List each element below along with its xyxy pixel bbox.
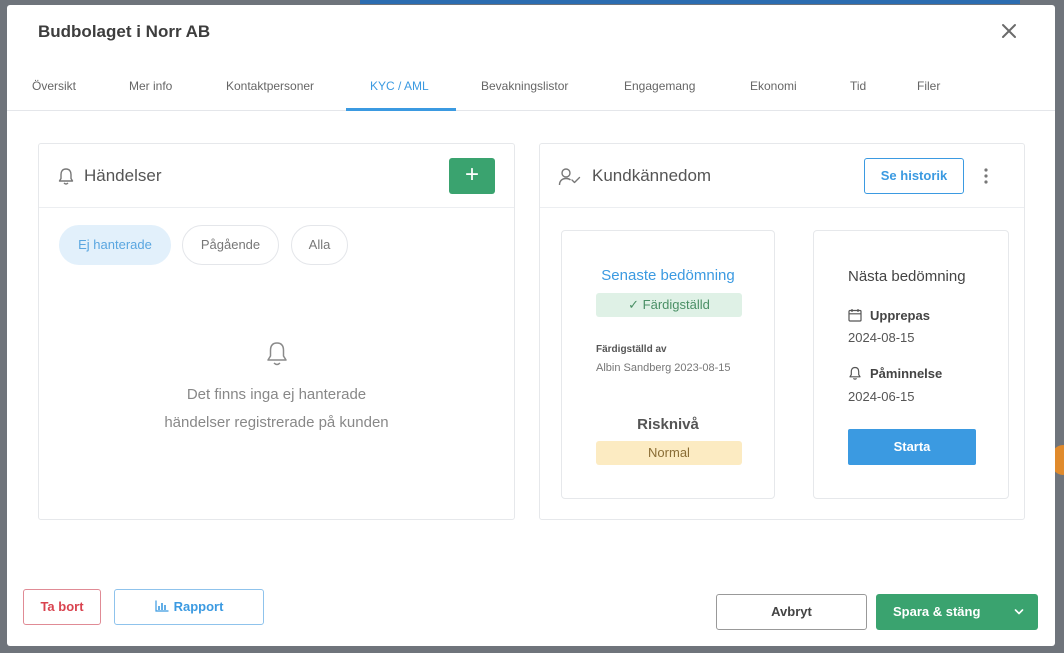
background-strip — [360, 0, 1020, 4]
filter-alla[interactable]: Alla — [291, 225, 348, 265]
next-assessment-title: Nästa bedömning — [848, 268, 966, 285]
customer-modal: Budbolaget i Norr AB Översikt Mer info K… — [7, 5, 1055, 646]
more-vertical-icon[interactable] — [980, 164, 992, 188]
save-and-close-label: Spara & stäng — [893, 604, 981, 619]
risk-level-title: Risknivå — [637, 416, 699, 433]
chart-icon — [154, 591, 169, 612]
bell-icon — [848, 366, 862, 380]
modal-header: Budbolaget i Norr AB — [7, 5, 1055, 63]
events-title: Händelser — [84, 166, 162, 185]
start-assessment-button[interactable]: Starta — [848, 429, 976, 465]
bell-icon — [264, 340, 290, 368]
modal-title: Budbolaget i Norr AB — [38, 22, 211, 41]
tab-filer[interactable]: Filer — [917, 79, 940, 93]
events-card-header: Händelser + — [39, 144, 514, 208]
tab-bar: Översikt Mer info Kontaktpersoner KYC / … — [7, 63, 1055, 111]
active-tab-indicator — [346, 108, 456, 111]
completed-by-label: Färdigställd av — [596, 344, 667, 355]
reminder-date: 2024-06-15 — [848, 389, 915, 404]
user-check-icon — [558, 167, 582, 187]
tab-mer-info[interactable]: Mer info — [129, 79, 172, 93]
empty-state-line2: händelser registrerade på kunden — [164, 414, 389, 431]
kyc-title: Kundkännedom — [592, 166, 712, 185]
kyc-card-header: Kundkännedom Se historik — [540, 144, 1024, 208]
cancel-button[interactable]: Avbryt — [716, 594, 867, 630]
tab-engagemang[interactable]: Engagemang — [624, 79, 695, 93]
tab-bevakningslistor[interactable]: Bevakningslistor — [481, 79, 568, 93]
view-history-button[interactable]: Se historik — [864, 158, 964, 194]
latest-assessment-card: Senaste bedömning ✓ Färdigställd Färdigs… — [561, 230, 775, 499]
tab-ekonomi[interactable]: Ekonomi — [750, 79, 797, 93]
completed-by-value: Albin Sandberg 2023-08-15 — [596, 362, 731, 374]
report-label: Rapport — [173, 599, 224, 614]
save-and-close-button[interactable]: Spara & stäng — [876, 594, 1038, 630]
report-button[interactable]: Rapport — [114, 589, 264, 625]
repeat-date: 2024-08-15 — [848, 330, 915, 345]
repeat-label: Upprepas — [870, 308, 930, 323]
reminder-label: Påminnelse — [870, 366, 943, 381]
empty-state-line1: Det finns inga ej hanterade — [186, 386, 367, 403]
risk-level-badge: Normal — [596, 441, 742, 465]
calendar-icon — [848, 308, 862, 322]
filter-pagaende[interactable]: Pågående — [182, 225, 279, 265]
kyc-card: Kundkännedom Se historik Senaste bedömni… — [539, 143, 1025, 520]
tab-kyc-aml[interactable]: KYC / AML — [370, 79, 429, 93]
latest-assessment-title: Senaste bedömning — [601, 267, 735, 284]
status-badge: ✓ Färdigställd — [596, 293, 742, 317]
events-card: Händelser + Ej hanterade Pågående Alla D… — [38, 143, 515, 520]
tab-oversikt[interactable]: Översikt — [32, 79, 76, 93]
filter-ej-hanterade[interactable]: Ej hanterade — [59, 225, 171, 265]
chevron-down-icon[interactable] — [1010, 594, 1028, 645]
add-event-button[interactable]: + — [449, 158, 495, 194]
close-icon[interactable] — [999, 21, 1019, 41]
tab-tid[interactable]: Tid — [850, 79, 866, 93]
bell-icon — [57, 167, 77, 187]
delete-button[interactable]: Ta bort — [23, 589, 101, 625]
tab-kontaktpersoner[interactable]: Kontaktpersoner — [226, 79, 314, 93]
next-assessment-card: Nästa bedömning Upprepas 2024-08-15 Påmi… — [813, 230, 1009, 499]
